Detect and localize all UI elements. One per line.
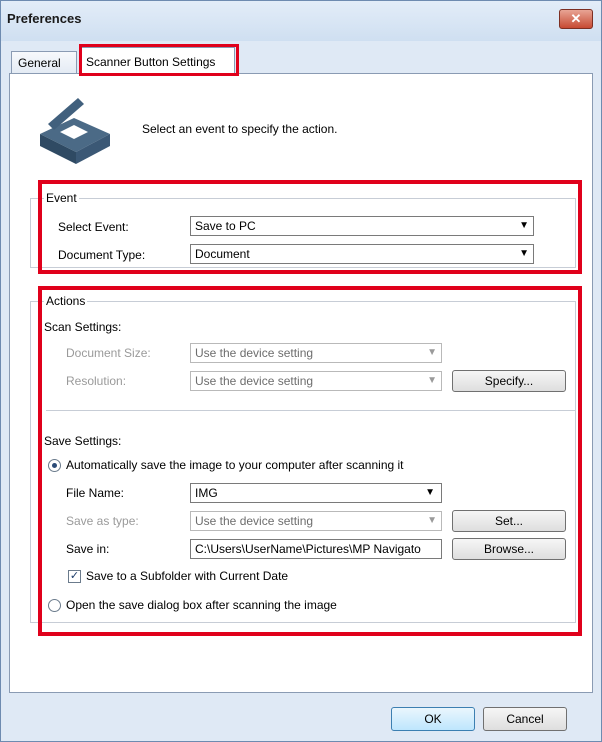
browse-button[interactable]: Browse... [452, 538, 566, 560]
scan-settings-label: Scan Settings: [44, 320, 122, 334]
chevron-down-icon: ▼ [427, 515, 437, 526]
title-bar: Preferences ✕ [1, 1, 601, 41]
select-event-value: Save to PC [195, 219, 256, 233]
select-event-dropdown[interactable]: Save to PC ▼ [190, 216, 534, 236]
document-type-value: Document [195, 247, 250, 261]
subfolder-checkbox[interactable]: ✓ [68, 570, 81, 583]
save-as-type-value: Use the device setting [195, 514, 314, 528]
cancel-button[interactable]: Cancel [483, 707, 567, 731]
tab-general[interactable]: General [11, 51, 77, 73]
tab-general-label: General [18, 56, 61, 70]
event-legend: Event [44, 191, 79, 205]
open-dialog-label[interactable]: Open the save dialog box after scanning … [66, 598, 337, 612]
specify-button[interactable]: Specify... [452, 370, 566, 392]
tab-scanner-button-settings[interactable]: Scanner Button Settings [79, 47, 235, 75]
scanner-icon [34, 94, 114, 166]
save-in-field[interactable]: C:\Users\UserName\Pictures\MP Navigato [190, 539, 442, 559]
actions-legend: Actions [44, 294, 88, 308]
chevron-down-icon[interactable]: ▼ [425, 484, 435, 502]
chevron-down-icon: ▼ [519, 248, 529, 259]
chevron-down-icon: ▼ [427, 347, 437, 358]
window-title: Preferences [7, 11, 82, 26]
save-as-type-dropdown[interactable]: Use the device setting ▼ [190, 511, 442, 531]
close-icon: ✕ [570, 11, 582, 26]
divider [46, 410, 576, 411]
resolution-value: Use the device setting [195, 374, 314, 388]
save-in-label: Save in: [66, 542, 110, 556]
resolution-dropdown[interactable]: Use the device setting ▼ [190, 371, 442, 391]
save-as-type-label: Save as type: [66, 514, 139, 528]
document-size-label: Document Size: [66, 346, 151, 360]
save-settings-label: Save Settings: [44, 434, 122, 448]
resolution-label: Resolution: [66, 374, 127, 388]
document-size-value: Use the device setting [195, 346, 314, 360]
close-button[interactable]: ✕ [559, 9, 593, 29]
auto-save-radio[interactable] [48, 459, 61, 472]
file-name-label: File Name: [66, 486, 125, 500]
document-type-label: Document Type: [58, 248, 146, 262]
chevron-down-icon: ▼ [427, 375, 437, 386]
preferences-window: Preferences ✕ General Scanner Button Set… [0, 0, 602, 742]
scanner-button-settings-panel: Select an event to specify the action. E… [9, 73, 593, 693]
open-dialog-radio[interactable] [48, 599, 61, 612]
tab-scanner-button-settings-label: Scanner Button Settings [86, 55, 216, 69]
ok-button[interactable]: OK [391, 707, 475, 731]
set-button[interactable]: Set... [452, 510, 566, 532]
save-in-value: C:\Users\UserName\Pictures\MP Navigato [195, 542, 421, 556]
intro-text: Select an event to specify the action. [142, 122, 338, 136]
file-name-value: IMG [195, 486, 218, 500]
auto-save-label[interactable]: Automatically save the image to your com… [66, 458, 404, 472]
document-size-dropdown[interactable]: Use the device setting ▼ [190, 343, 442, 363]
document-type-dropdown[interactable]: Document ▼ [190, 244, 534, 264]
select-event-label: Select Event: [58, 220, 129, 234]
file-name-combobox[interactable]: IMG ▼ [190, 483, 442, 503]
subfolder-label[interactable]: Save to a Subfolder with Current Date [86, 569, 288, 583]
chevron-down-icon: ▼ [519, 220, 529, 231]
